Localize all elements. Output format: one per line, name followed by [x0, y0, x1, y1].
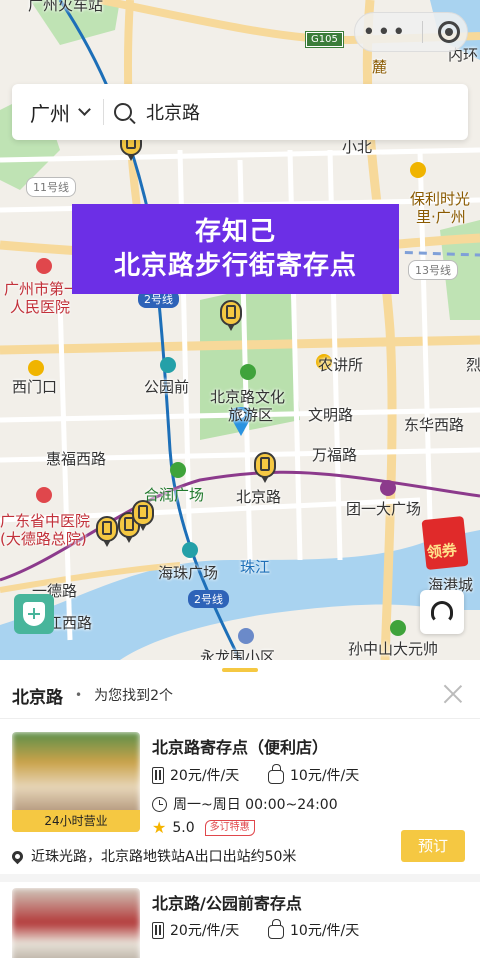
- results-count: 为您找到2个: [94, 688, 173, 704]
- chevron-down-icon: [78, 103, 91, 116]
- storage-pin[interactable]: [96, 516, 118, 550]
- city-selector[interactable]: 广州: [30, 98, 91, 127]
- results-query: 北京路: [12, 687, 63, 708]
- storage-pin[interactable]: [132, 500, 154, 534]
- card-separator: [0, 874, 480, 882]
- star-icon: ★: [152, 818, 167, 837]
- red-envelope-icon: 领券: [421, 515, 469, 571]
- store-title: 北京路/公园前寄存点: [152, 894, 302, 913]
- storage-pin[interactable]: [220, 300, 242, 334]
- location-pin-icon: [9, 848, 26, 864]
- close-icon[interactable]: [442, 682, 464, 704]
- large-luggage-price: 20元/件/天: [152, 920, 239, 940]
- coupon-label: 领券: [425, 540, 458, 562]
- search-divider: [103, 99, 104, 125]
- map-label: 西门口: [12, 378, 58, 396]
- insurance-shield-button[interactable]: [14, 594, 54, 634]
- map-label: 麓: [372, 58, 388, 76]
- bag-icon: [268, 918, 284, 939]
- map-label: 里·广州: [416, 208, 466, 226]
- search-input[interactable]: 北京路: [146, 99, 200, 125]
- opening-hours: 周一~周日 00:00~24:00: [152, 794, 338, 814]
- customer-service-button[interactable]: [420, 590, 464, 634]
- map-label: (大德路总院): [0, 530, 87, 548]
- bag-icon: [268, 763, 284, 784]
- road-badge: G105: [305, 31, 344, 48]
- map-label: 团一大广场: [346, 500, 422, 518]
- capsule-divider: [421, 21, 423, 43]
- store-address: 近珠光路，北京路地铁站A出口出站约50米: [9, 846, 297, 866]
- more-menu-icon[interactable]: •••: [362, 20, 407, 45]
- book-button[interactable]: 预订: [401, 830, 465, 862]
- rating: ★ 5.0 多订特惠: [152, 818, 255, 837]
- clock-icon: [152, 796, 167, 812]
- store-photo-image: [12, 888, 140, 958]
- map-label: 珠江: [240, 558, 271, 576]
- map-label: 旅游区: [228, 406, 274, 424]
- result-card[interactable]: 24小时营业 北京路寄存点（便利店） 20元/件/天 10元/件/天 周一~周日…: [0, 718, 480, 874]
- brand-banner: 存知己 北京路步行街寄存点: [72, 204, 399, 294]
- luggage-icon: [152, 921, 164, 939]
- promo-badge: 多订特惠: [204, 819, 255, 836]
- city-label: 广州: [30, 101, 70, 126]
- map-label: 惠福西路: [46, 450, 107, 468]
- metro-line-badge: 13号线: [408, 260, 458, 280]
- map-label: 公园前: [144, 378, 190, 396]
- map-label: 烈: [466, 356, 480, 374]
- banner-line-1: 存知己: [194, 217, 276, 247]
- map-label: 人民医院: [10, 298, 71, 316]
- rating-value: 5.0: [172, 819, 195, 836]
- store-title: 北京路寄存点（便利店）: [152, 738, 329, 757]
- large-price-text: 20元/件/天: [170, 923, 240, 939]
- map-label: 永龙围小区: [200, 648, 276, 660]
- headset-icon: [431, 601, 453, 623]
- large-price-text: 20元/件/天: [170, 768, 240, 784]
- store-photo: [12, 888, 140, 958]
- large-luggage-price: 20元/件/天: [152, 765, 239, 785]
- small-price-text: 10元/件/天: [290, 768, 360, 784]
- shield-plus-icon: [23, 602, 45, 626]
- banner-line-2: 北京路步行街寄存点: [113, 251, 357, 281]
- map-view[interactable]: 广州火车站 G105 内环 麓 小北 11号线 保利时光 里·广州 广州市第一 …: [0, 0, 480, 660]
- result-card[interactable]: 北京路/公园前寄存点 20元/件/天 10元/件/天: [0, 882, 480, 958]
- metro-line-badge: 2号线: [188, 590, 229, 608]
- miniprogram-capsule: •••: [354, 12, 468, 52]
- map-label: 万福路: [312, 446, 358, 464]
- results-header: 北京路 • 为您找到2个: [12, 682, 468, 708]
- map-label: 北京路: [236, 488, 282, 506]
- search-icon: [114, 103, 132, 121]
- open-hours-tag: 24小时营业: [12, 810, 140, 832]
- store-photo: 24小时营业: [12, 732, 140, 832]
- results-sheet: 北京路 • 为您找到2个 24小时营业 北京路寄存点（便利店） 20元/件/天 …: [0, 660, 480, 958]
- map-label: 东华西路: [404, 416, 465, 434]
- map-label: 文明路: [308, 406, 354, 424]
- metro-line-badge: 11号线: [26, 177, 76, 197]
- small-bag-price: 10元/件/天: [268, 918, 360, 940]
- storage-pin[interactable]: [254, 452, 276, 486]
- address-text: 近珠光路，北京路地铁站A出口出站约50米: [31, 849, 297, 865]
- map-label: 广州火车站: [28, 0, 104, 14]
- small-price-text: 10元/件/天: [290, 923, 360, 939]
- search-bar: 广州 北京路: [12, 84, 468, 140]
- luggage-icon: [152, 766, 164, 784]
- sheet-drag-handle[interactable]: [222, 668, 258, 672]
- small-bag-price: 10元/件/天: [268, 763, 360, 785]
- separator-dot: •: [75, 688, 83, 702]
- coupon-button[interactable]: 领券: [420, 514, 480, 571]
- map-label: 孙中山大元帅: [348, 640, 439, 658]
- close-miniprogram-icon[interactable]: [437, 21, 460, 43]
- map-label: 农讲所: [318, 356, 364, 374]
- hours-text: 周一~周日 00:00~24:00: [173, 797, 338, 813]
- map-label: 海珠广场: [158, 564, 219, 582]
